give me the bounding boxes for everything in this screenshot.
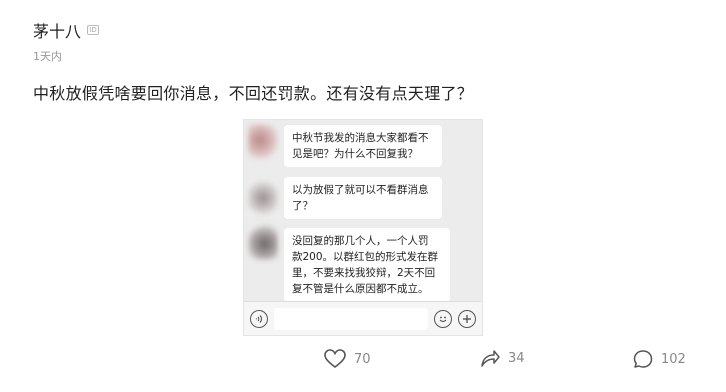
comment-count: 102 bbox=[661, 351, 686, 367]
post-text: 中秋放假凭啥要回你消息，不回还罚款。还有没有点天理了？ bbox=[33, 84, 474, 103]
comment-button[interactable]: 102 bbox=[633, 349, 686, 369]
share-button[interactable]: 34 bbox=[480, 349, 525, 367]
share-count: 34 bbox=[508, 350, 525, 366]
avatar bbox=[248, 224, 278, 260]
like-button[interactable]: 70 bbox=[324, 349, 371, 369]
chat-bubble: 没回复的那几个人，一个人罚 款200。以群红包的形式发在群 里，不要来找我狡辩，… bbox=[284, 228, 450, 302]
author-row: 茅十八 ID bbox=[33, 18, 100, 42]
chat-screenshot-image[interactable]: 中秋节我发的消息大家都看不 见是吧？为什么不回复我？ 以为放假了就可以不看群消息… bbox=[243, 119, 483, 336]
avatar bbox=[248, 180, 278, 216]
post-header: 茅十八 ID 1天内 bbox=[33, 18, 100, 64]
chat-input-bar bbox=[244, 301, 482, 335]
heart-outline-icon bbox=[324, 349, 346, 369]
chat-bubble: 以为放假了就可以不看群消息 了？ bbox=[284, 177, 442, 219]
comment-bubble-icon bbox=[633, 349, 653, 369]
post-timestamp: 1天内 bbox=[33, 50, 62, 63]
chat-input bbox=[274, 307, 428, 330]
author-name[interactable]: 茅十八 bbox=[33, 18, 81, 42]
emoji-icon bbox=[434, 309, 452, 328]
voice-icon bbox=[250, 309, 268, 328]
share-arrow-icon bbox=[480, 349, 500, 367]
avatar bbox=[248, 124, 278, 160]
post-actions: 70 34 102 bbox=[0, 349, 726, 373]
like-count: 70 bbox=[354, 351, 371, 367]
plus-icon bbox=[458, 309, 476, 328]
chat-bubble: 中秋节我发的消息大家都看不 见是吧？为什么不回复我？ bbox=[284, 125, 442, 167]
id-badge-icon: ID bbox=[87, 25, 100, 35]
